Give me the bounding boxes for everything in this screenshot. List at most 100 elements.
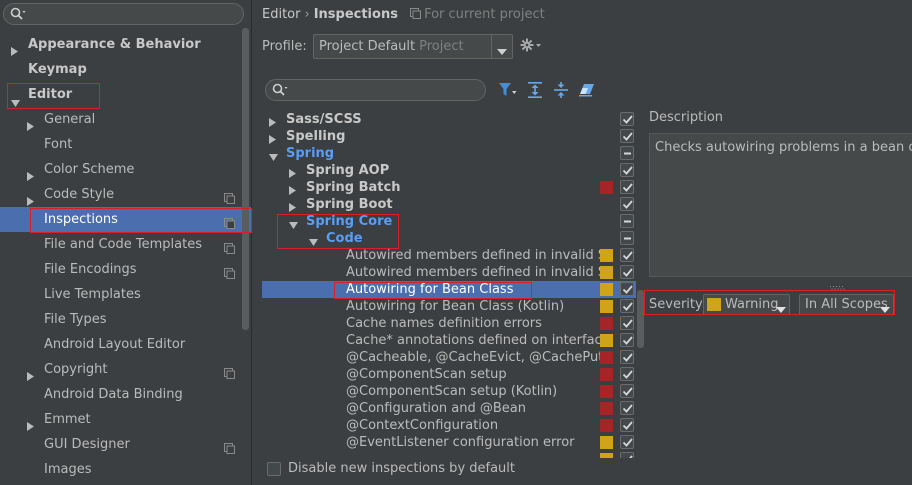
enable-checkbox[interactable] (620, 146, 634, 160)
inspection-label: Cache names definition errors (346, 316, 542, 331)
sidebar-item-android-data-binding[interactable]: Android Data Binding (0, 382, 251, 407)
sidebar-item-label: File and Code Templates (44, 237, 202, 252)
sidebar-item-editor[interactable]: Editor (0, 82, 251, 107)
severity-dropdown[interactable]: Warning (703, 294, 790, 315)
inspection-label: @ComponentScan setup (Kotlin) (346, 384, 558, 399)
sidebar-item-label: Font (44, 137, 73, 152)
inspection-row[interactable] (262, 451, 636, 458)
sidebar-item-label: GUI Designer (44, 437, 130, 452)
sidebar-item-android-layout-editor[interactable]: Android Layout Editor (0, 332, 251, 357)
inspection-row[interactable]: @Configuration and @Bean (262, 400, 636, 417)
inspections-tree: Sass/SCSS Spelling Spring Spring AOP Spring … (262, 110, 636, 458)
settings-search-input[interactable] (3, 3, 244, 25)
inspection-row[interactable]: @ContextConfiguration (262, 417, 636, 434)
tree-group-spring-boot[interactable]: Spring Boot (262, 196, 636, 213)
inspection-row[interactable]: @Cacheable, @CacheEvict, @CachePut, @Cac… (262, 349, 636, 366)
enable-checkbox[interactable] (620, 231, 634, 245)
enable-checkbox[interactable] (620, 418, 634, 432)
warning-severity-icon (600, 266, 613, 279)
inspection-label: Autowiring for Bean Class (346, 282, 514, 297)
inspection-label: @ContextConfiguration (346, 418, 499, 433)
tree-group-code[interactable]: Code (262, 230, 636, 247)
inspections-search-input[interactable] (265, 79, 486, 101)
expand-all-icon[interactable] (528, 82, 542, 102)
sidebar-item-images[interactable]: Images (0, 457, 251, 482)
enable-checkbox[interactable] (620, 282, 634, 296)
sidebar-item-label: Code Style (44, 187, 115, 202)
sidebar-item-label: Copyright (44, 362, 108, 377)
enable-checkbox[interactable] (620, 180, 634, 194)
enable-checkbox[interactable] (620, 112, 634, 126)
search-icon (272, 83, 288, 101)
panel-divider[interactable] (251, 0, 252, 485)
disable-new-inspections-label[interactable]: Disable new inspections by default (288, 461, 515, 476)
sidebar-item-file-encodings[interactable]: File Encodings (0, 257, 251, 282)
tree-group-spring-batch[interactable]: Spring Batch (262, 179, 636, 196)
sidebar-item-general[interactable]: General (0, 107, 251, 132)
tree-group-sass-scss[interactable]: Sass/SCSS (262, 111, 636, 128)
error-severity-icon (600, 351, 613, 364)
enable-checkbox[interactable] (620, 163, 634, 177)
sidebar-item-file-types[interactable]: File Types (0, 307, 251, 332)
enable-checkbox[interactable] (620, 248, 634, 262)
sidebar-item-copyright[interactable]: Copyright (0, 357, 251, 382)
breadcrumb-separator: › (304, 7, 310, 22)
sidebar-item-gui-designer[interactable]: GUI Designer (0, 432, 251, 457)
description-text: Checks autowiring problems in a bean cla… (655, 140, 912, 155)
enable-checkbox[interactable] (620, 452, 634, 458)
sidebar-item-keymap[interactable]: Keymap (0, 57, 251, 82)
sidebar-item-code-style[interactable]: Code Style (0, 182, 251, 207)
enable-checkbox[interactable] (620, 401, 634, 415)
inspection-row[interactable]: Autowired members defined in invalid Spr… (262, 264, 636, 281)
enable-checkbox[interactable] (620, 367, 634, 381)
enable-checkbox[interactable] (620, 214, 634, 228)
gear-icon[interactable] (520, 38, 542, 56)
error-severity-icon (600, 317, 613, 330)
tree-group-spring-aop[interactable]: Spring AOP (262, 162, 636, 179)
enable-checkbox[interactable] (620, 299, 634, 313)
scope-note-text: For current project (424, 7, 545, 22)
enable-checkbox[interactable] (620, 197, 634, 211)
enable-checkbox[interactable] (620, 333, 634, 347)
sidebar-item-color-scheme[interactable]: Color Scheme (0, 157, 251, 182)
enable-checkbox[interactable] (620, 129, 634, 143)
inspection-row[interactable]: Autowired members defined in invalid Spr… (262, 247, 636, 264)
disable-new-inspections-checkbox[interactable] (267, 462, 281, 476)
inspection-row[interactable]: @EventListener configuration error (262, 434, 636, 451)
sidebar-scrollbar[interactable] (242, 28, 249, 330)
scope-dropdown[interactable]: In All Scopes (799, 294, 894, 315)
breadcrumb-parent[interactable]: Editor (262, 7, 300, 22)
inspection-row[interactable]: @ComponentScan setup (262, 366, 636, 383)
splitter-grip[interactable] (830, 279, 846, 290)
tree-group-spelling[interactable]: Spelling (262, 128, 636, 145)
inspection-row[interactable]: Cache names definition errors (262, 315, 636, 332)
tree-group-spring[interactable]: Spring (262, 145, 636, 162)
tree-scrollbar[interactable] (637, 290, 644, 348)
enable-checkbox[interactable] (620, 435, 634, 449)
sidebar-item-font[interactable]: Font (0, 132, 251, 157)
profile-value: Project Default (319, 39, 416, 54)
tree-group-label: Code (326, 231, 363, 246)
enable-checkbox[interactable] (620, 316, 634, 330)
inspection-row[interactable]: @ComponentScan setup (Kotlin) (262, 383, 636, 400)
tree-group-label: Spring AOP (306, 163, 390, 178)
sidebar-item-emmet[interactable]: Emmet (0, 407, 251, 432)
sidebar-item-label: Editor (28, 87, 73, 102)
enable-checkbox[interactable] (620, 265, 634, 279)
sidebar-item-appearance-behavior[interactable]: Appearance & Behavior (0, 32, 251, 57)
inspection-row[interactable]: Autowiring for Bean Class (Kotlin) (262, 298, 636, 315)
eraser-icon[interactable] (579, 83, 595, 101)
sidebar-item-inspections[interactable]: Inspections (0, 207, 251, 232)
filter-icon[interactable] (499, 83, 517, 101)
profile-dropdown[interactable]: Project Default Project (313, 34, 513, 59)
sidebar-item-file-and-code-templates[interactable]: File and Code Templates (0, 232, 251, 257)
inspection-row[interactable]: Autowiring for Bean Class (262, 281, 636, 298)
scope-value: In All Scopes (805, 297, 888, 312)
tree-group-spring-core[interactable]: Spring Core (262, 213, 636, 230)
sidebar-item-live-templates[interactable]: Live Templates (0, 282, 251, 307)
enable-checkbox[interactable] (620, 384, 634, 398)
tree-group-label: Spring (286, 146, 335, 161)
inspection-row[interactable]: Cache* annotations defined on interfaces… (262, 332, 636, 349)
collapse-all-icon[interactable] (554, 82, 568, 102)
enable-checkbox[interactable] (620, 350, 634, 364)
